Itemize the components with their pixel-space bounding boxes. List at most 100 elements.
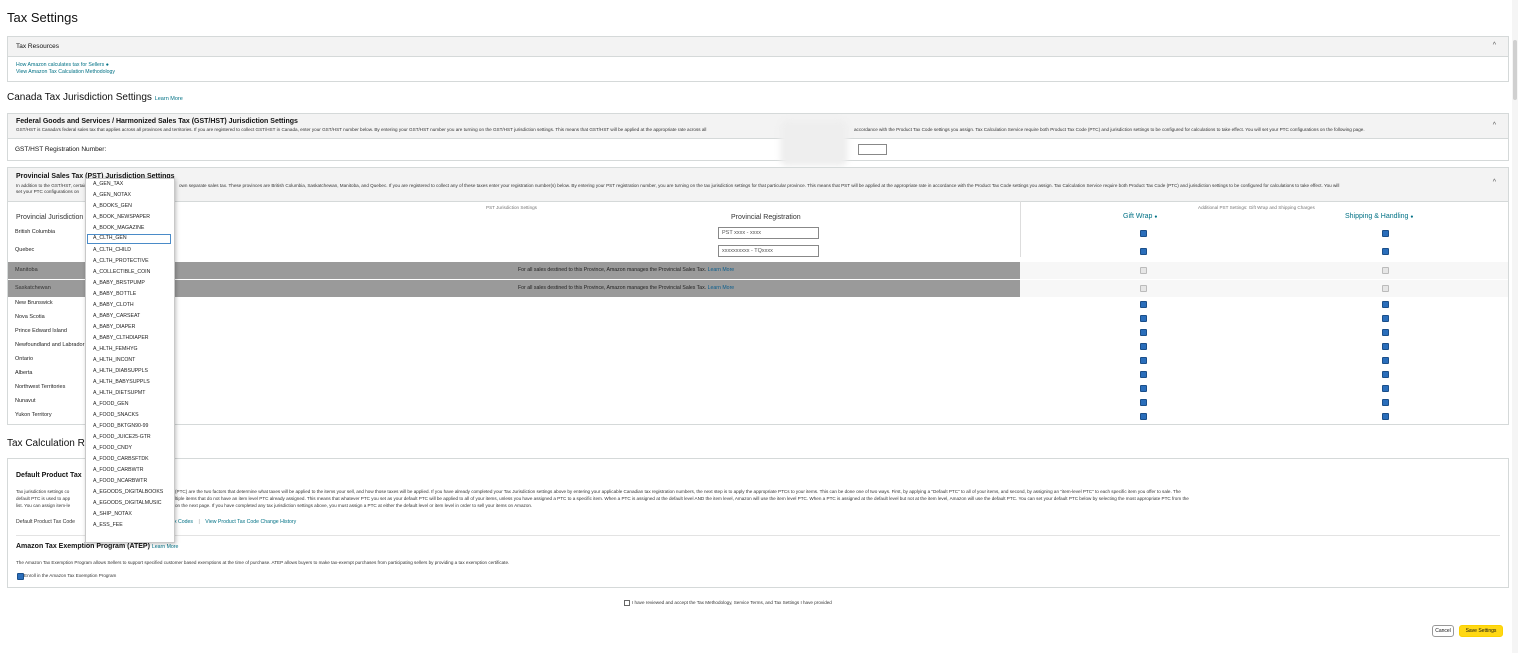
ptc-option[interactable]: A_GEN_NOTAX bbox=[93, 192, 131, 198]
gst-registration-input[interactable] bbox=[858, 144, 887, 155]
ptc-option[interactable]: A_FOOD_BKTGN90-99 bbox=[93, 423, 148, 429]
atep-learn-more-link[interactable]: Learn More bbox=[152, 544, 179, 550]
shipping-checkbox[interactable] bbox=[1382, 248, 1389, 255]
atep-enroll-label: Enroll in the Amazon Tax Exemption Progr… bbox=[24, 573, 117, 578]
atep-title: Amazon Tax Exemption Program (ATEP) Lear… bbox=[16, 543, 179, 550]
atep-enroll-checkbox[interactable] bbox=[17, 573, 24, 580]
ptc-option[interactable]: A_FOOD_CNDY bbox=[93, 445, 132, 451]
ptc-option[interactable]: A_BABY_DIAPER bbox=[93, 324, 135, 330]
chevron-up-icon[interactable]: ^ bbox=[1493, 42, 1496, 49]
giftwrap-checkbox[interactable] bbox=[1140, 343, 1147, 350]
province-row-pei: Prince Edward Island bbox=[8, 325, 1508, 339]
province-row-quebec: Quebec xxxxxxxxxx - TQxxxx bbox=[8, 244, 1508, 258]
ptc-option[interactable]: A_COLLECTIBLE_COIN bbox=[93, 269, 150, 275]
ptc-option[interactable]: A_BABY_CARSEAT bbox=[93, 313, 140, 319]
default-ptc-desc-3a: list. You can assign item-le bbox=[16, 503, 71, 508]
giftwrap-checkbox[interactable] bbox=[1140, 399, 1147, 406]
province-row-alberta: Alberta bbox=[8, 367, 1508, 381]
ptc-option[interactable]: A_HLTH_DIABSUPPLS bbox=[93, 368, 148, 374]
province-name: Alberta bbox=[15, 370, 33, 376]
ptc-option[interactable]: A_BOOKS_GEN bbox=[93, 203, 132, 209]
ptc-option[interactable]: A_HLTH_BABYSUPPLS bbox=[93, 379, 150, 385]
cancel-button[interactable]: Cancel bbox=[1432, 625, 1454, 637]
managed-learn-more-link[interactable]: Learn More bbox=[708, 267, 735, 273]
ptc-option[interactable]: A_BABY_BOTTLE bbox=[93, 291, 136, 297]
shipping-checkbox[interactable] bbox=[1382, 357, 1389, 364]
chevron-up-icon[interactable]: ^ bbox=[1493, 122, 1496, 129]
ptc-option[interactable]: A_BOOK_NEWSPAPER bbox=[93, 214, 150, 220]
redaction-blur bbox=[780, 120, 848, 166]
ptc-codes-link[interactable]: x Codes bbox=[174, 519, 193, 525]
giftwrap-checkbox[interactable] bbox=[1140, 371, 1147, 378]
ptc-option[interactable]: A_FOOD_JUICE25-GTR bbox=[93, 434, 151, 440]
accept-terms-checkbox[interactable] bbox=[624, 600, 630, 606]
gst-header[interactable]: Federal Goods and Services / Harmonized … bbox=[8, 114, 1508, 139]
ptc-option[interactable]: A_CLTH_PROTECTIVE bbox=[93, 258, 149, 264]
ptc-option[interactable]: A_GEN_TAX bbox=[93, 181, 123, 187]
shipping-checkbox[interactable] bbox=[1382, 371, 1389, 378]
default-ptc-title: Default Product Tax bbox=[16, 472, 82, 479]
ptc-option[interactable]: A_EGOODS_DIGITALBOOKS bbox=[93, 489, 163, 495]
pst-description-left-2: set your PTC configurations on bbox=[16, 189, 80, 194]
shipping-checkbox[interactable] bbox=[1382, 385, 1389, 392]
pst-header[interactable]: Provincial Sales Tax (PST) Jurisdiction … bbox=[8, 168, 1508, 202]
giftwrap-checkbox[interactable] bbox=[1140, 315, 1147, 322]
ptc-option[interactable]: A_ESS_FEE bbox=[93, 522, 123, 528]
ptc-option[interactable]: A_BABY_CLOTH bbox=[93, 302, 134, 308]
canada-learn-more-link[interactable]: Learn More bbox=[155, 96, 183, 102]
province-row-manitoba: Manitoba For all sales destined to this … bbox=[8, 262, 1508, 279]
default-ptc-desc-1b: (PTC) are the two factors that determine… bbox=[175, 489, 1181, 494]
giftwrap-checkbox[interactable] bbox=[1140, 230, 1147, 237]
ptc-option[interactable]: A_CLTH_CHILD bbox=[93, 247, 131, 253]
province-row-ontario: Ontario bbox=[8, 353, 1508, 367]
scrollbar-thumb[interactable] bbox=[1513, 40, 1517, 100]
giftwrap-checkbox[interactable] bbox=[1140, 248, 1147, 255]
shipping-checkbox[interactable] bbox=[1382, 413, 1389, 420]
ptc-option[interactable]: A_BABY_BRSTPUMP bbox=[93, 280, 145, 286]
ptc-option[interactable]: A_BOOK_MAGAZINE bbox=[93, 225, 144, 231]
ptc-option[interactable]: A_FOOD_CARBWTR bbox=[93, 467, 143, 473]
ptc-links: x Codes | View Product Tax Code Change H… bbox=[174, 519, 296, 525]
managed-learn-more-link[interactable]: Learn More bbox=[708, 285, 735, 291]
save-settings-button[interactable]: Save Settings bbox=[1459, 625, 1503, 637]
page-scrollbar[interactable] bbox=[1512, 0, 1518, 653]
gst-title: Federal Goods and Services / Harmonized … bbox=[16, 118, 298, 125]
ptc-option[interactable]: A_HLTH_FEMHYG bbox=[93, 346, 138, 352]
ptc-dropdown-list[interactable]: A_GEN_TAX A_GEN_NOTAX A_BOOKS_GEN A_BOOK… bbox=[85, 178, 175, 543]
giftwrap-checkbox[interactable] bbox=[1140, 385, 1147, 392]
shipping-checkbox[interactable] bbox=[1382, 301, 1389, 308]
info-icon[interactable]: ● bbox=[1154, 214, 1157, 220]
province-name: British Columbia bbox=[15, 229, 56, 235]
shipping-checkbox[interactable] bbox=[1382, 315, 1389, 322]
chevron-up-icon[interactable]: ^ bbox=[1493, 179, 1496, 186]
ptc-option[interactable]: A_FOOD_NCARBWTR bbox=[93, 478, 147, 484]
giftwrap-checkbox[interactable] bbox=[1140, 329, 1147, 336]
ptc-option[interactable]: A_EGOODS_DIGITALMUSIC bbox=[93, 500, 162, 506]
giftwrap-checkbox[interactable] bbox=[1140, 413, 1147, 420]
ptc-option-selected[interactable]: A_CLTH_GEN bbox=[87, 234, 171, 244]
tax-resources-link-1[interactable]: How Amazon calculates tax for Sellers ● bbox=[16, 62, 109, 68]
shipping-checkbox[interactable] bbox=[1382, 230, 1389, 237]
shipping-checkbox[interactable] bbox=[1382, 329, 1389, 336]
info-icon[interactable]: ● bbox=[1410, 214, 1413, 220]
province-name: Saskatchewan bbox=[15, 285, 51, 291]
giftwrap-checkbox[interactable] bbox=[1140, 357, 1147, 364]
giftwrap-checkbox[interactable] bbox=[1140, 301, 1147, 308]
shipping-checkbox[interactable] bbox=[1382, 343, 1389, 350]
change-history-link[interactable]: View Product Tax Code Change History bbox=[205, 519, 296, 525]
default-ptc-desc-1a: Tax jurisdiction settings co bbox=[16, 489, 70, 494]
ptc-option[interactable]: A_HLTH_INCONT bbox=[93, 357, 135, 363]
pst-registration-input[interactable]: PST xxxx - xxxx bbox=[718, 227, 819, 239]
ptc-option[interactable]: A_BABY_CLTHDIAPER bbox=[93, 335, 149, 341]
pst-registration-input[interactable]: xxxxxxxxxx - TQxxxx bbox=[718, 245, 819, 257]
ptc-option[interactable]: A_SHIP_NOTAX bbox=[93, 511, 132, 517]
shipping-checkbox[interactable] bbox=[1382, 399, 1389, 406]
tax-resources-link-2[interactable]: View Amazon Tax Calculation Methodology bbox=[16, 69, 115, 75]
ptc-option[interactable]: A_FOOD_CARBSFTDK bbox=[93, 456, 149, 462]
ptc-option[interactable]: A_HLTH_DIETSUPMT bbox=[93, 390, 145, 396]
giftwrap-checkbox bbox=[1140, 267, 1147, 274]
pst-subhead-additional: Additional PST Settings: Gift Wrap and S… bbox=[1198, 205, 1315, 210]
ptc-option[interactable]: A_FOOD_SNACKS bbox=[93, 412, 139, 418]
ptc-option[interactable]: A_FOOD_GEN bbox=[93, 401, 128, 407]
tax-resources-header[interactable]: Tax Resources ^ bbox=[8, 37, 1508, 57]
